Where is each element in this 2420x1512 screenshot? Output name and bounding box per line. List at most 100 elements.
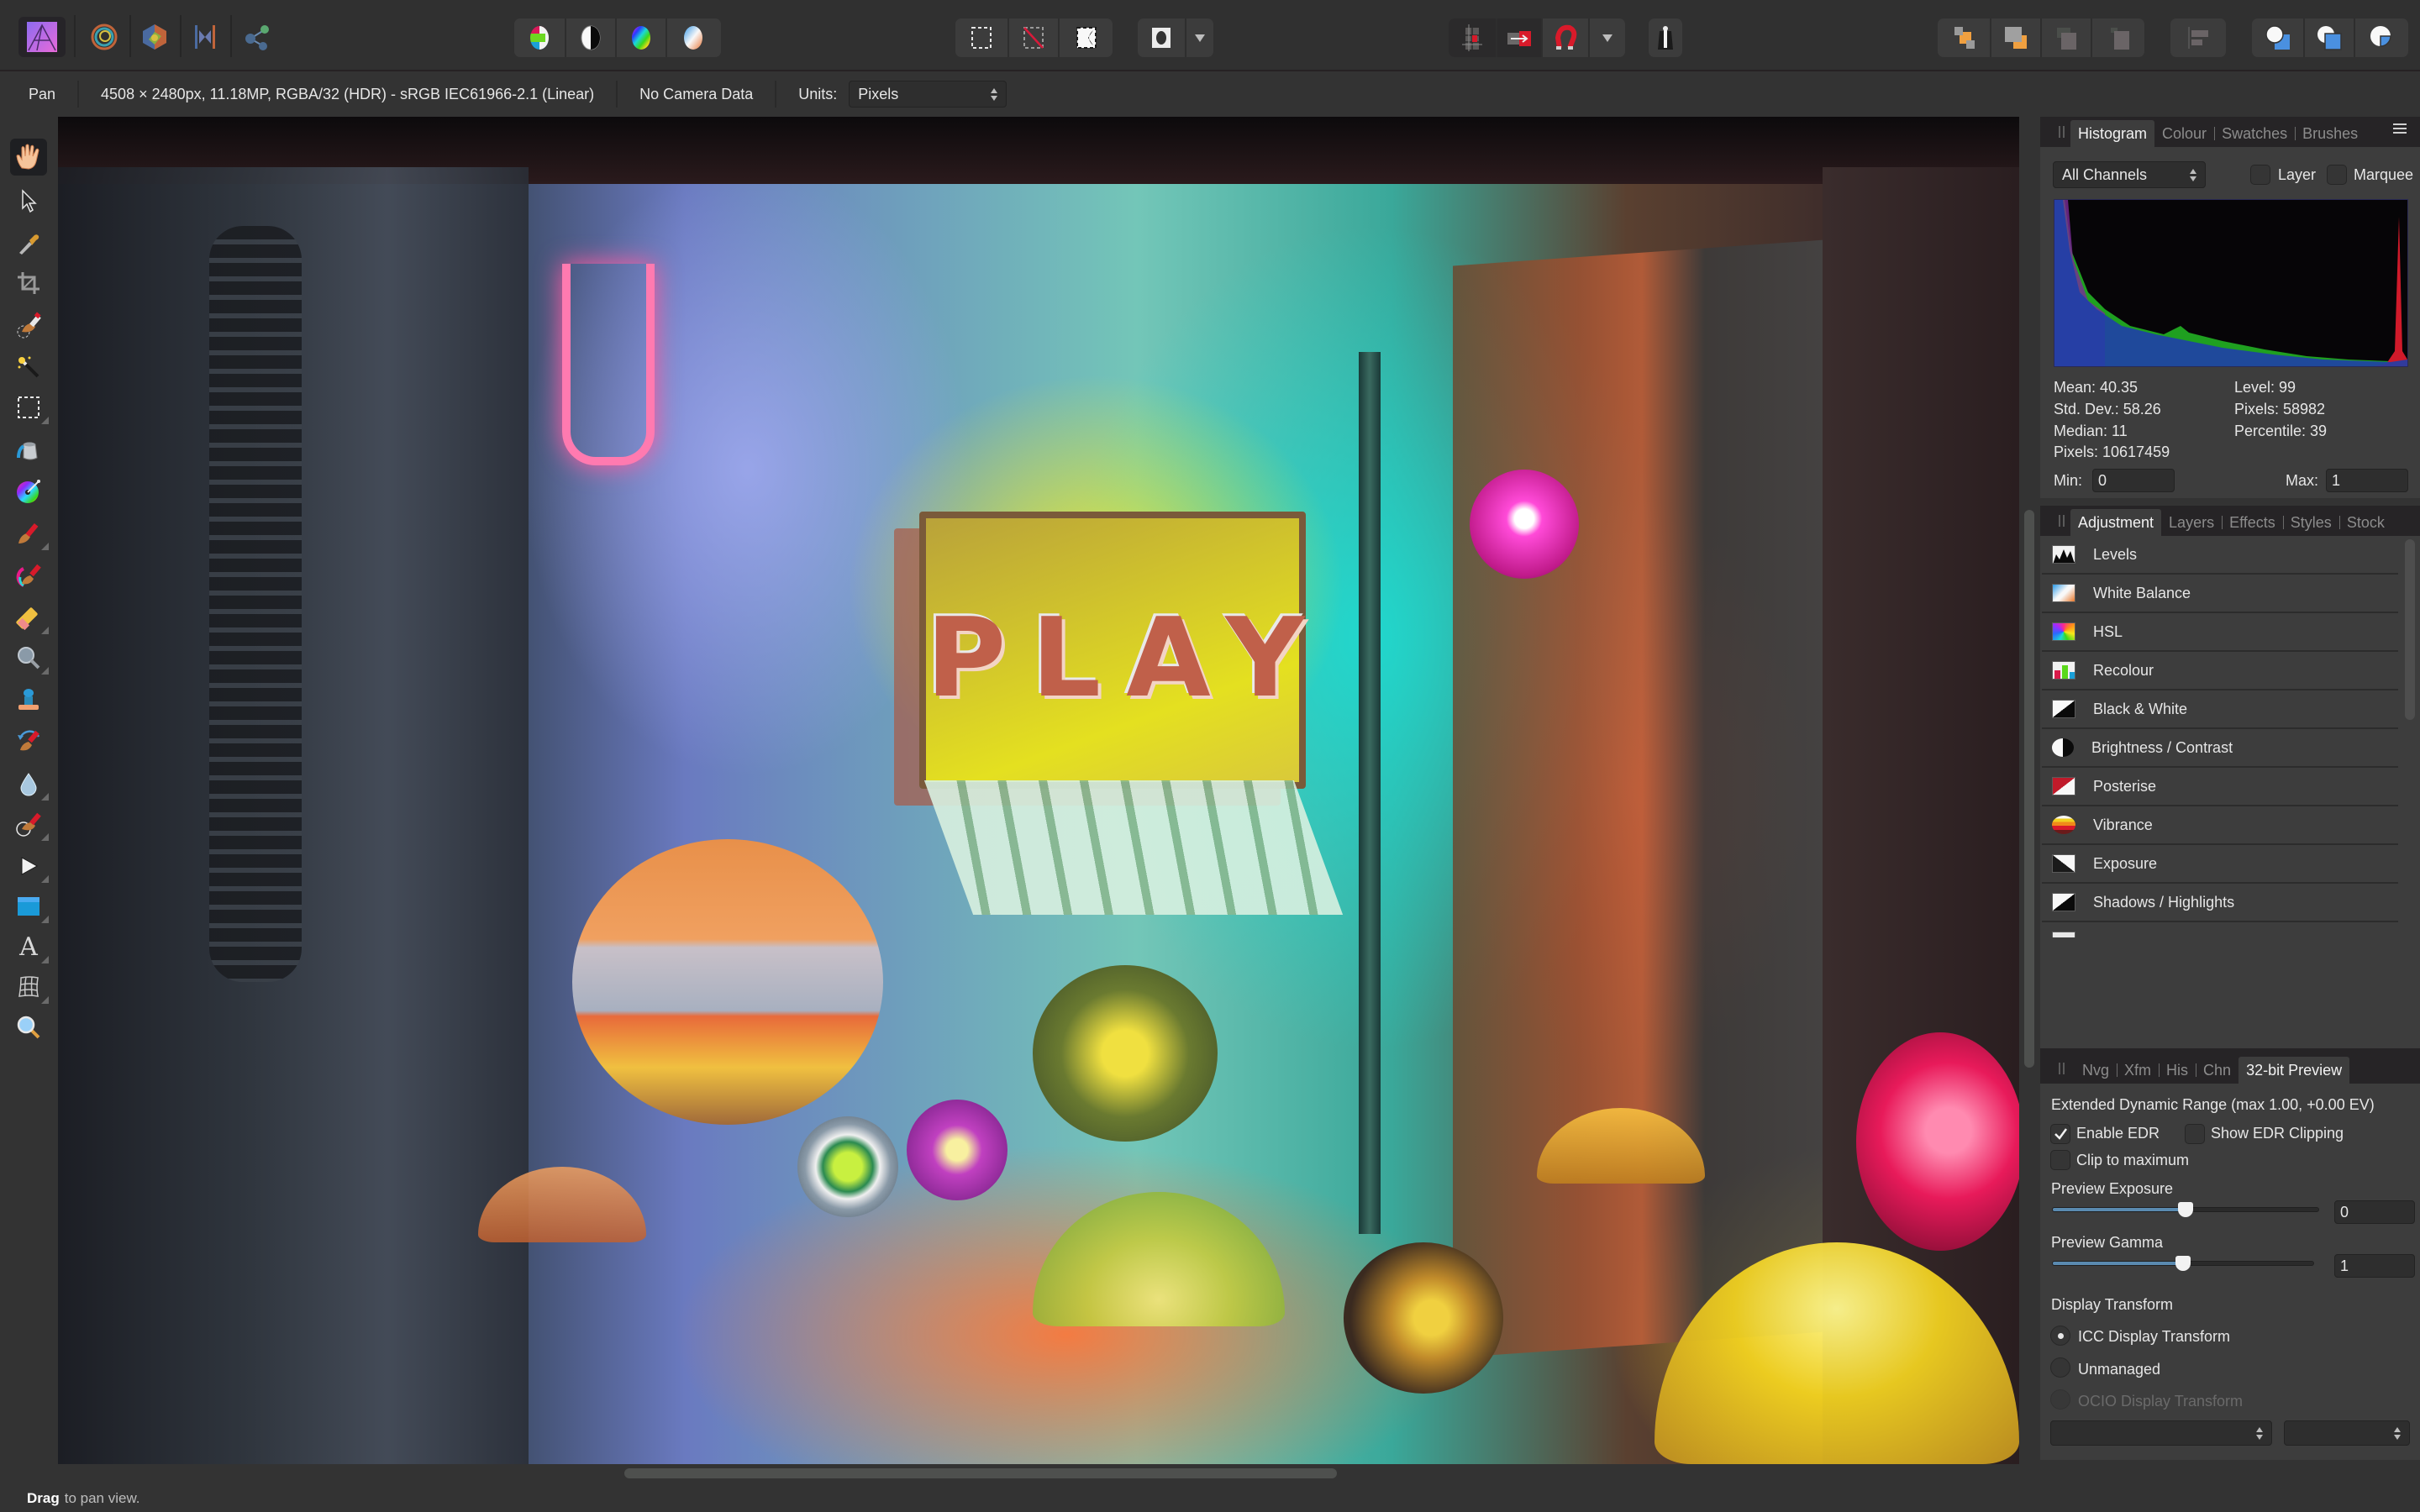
tool-pen[interactable]: [10, 848, 49, 885]
tool-view[interactable]: [10, 139, 47, 176]
adjustment-levels[interactable]: Levels: [2042, 536, 2398, 575]
adjustment-black-white[interactable]: Black & White: [2042, 690, 2398, 729]
panel-grip-icon[interactable]: [2052, 1053, 2070, 1084]
auto-colours-button[interactable]: [617, 18, 667, 57]
panel-grip-icon[interactable]: [2052, 506, 2070, 536]
auto-white-balance-button[interactable]: [667, 18, 719, 57]
slider-thumb[interactable]: [2178, 1202, 2193, 1217]
tab-stock[interactable]: Stock: [2338, 509, 2392, 536]
horizontal-scrollbar-thumb[interactable]: [624, 1468, 1337, 1478]
grid-button[interactable]: [1449, 18, 1497, 57]
horizontal-scrollbar[interactable]: [58, 1466, 2019, 1484]
deselect-button[interactable]: [1009, 18, 1060, 57]
layer-checkbox[interactable]: [2250, 165, 2270, 185]
preview-exposure-slider[interactable]: [2052, 1202, 2319, 1217]
tab-layers[interactable]: Layers: [2161, 509, 2222, 536]
invert-selection-button[interactable]: [1060, 18, 1113, 57]
add-button[interactable]: [2252, 18, 2305, 57]
select-all-button[interactable]: [955, 18, 1009, 57]
tool-flood-select[interactable]: [10, 349, 47, 386]
units-select[interactable]: Pixels: [849, 81, 1007, 108]
adjustment-hsl[interactable]: HSL: [2042, 613, 2398, 652]
tool-crop[interactable]: [10, 265, 47, 302]
move-to-front-button[interactable]: [2042, 18, 2092, 57]
document-canvas[interactable]: PLAY: [58, 117, 2019, 1464]
marquee-checkbox[interactable]: [2327, 165, 2347, 185]
export-persona-button[interactable]: [234, 17, 281, 57]
quick-mask-dropdown[interactable]: [1186, 18, 1213, 57]
vertical-scrollbar-thumb[interactable]: [2024, 510, 2034, 1068]
tool-gradient[interactable]: [10, 473, 47, 510]
tool-blur-brush[interactable]: [10, 765, 49, 802]
tab-histogram[interactable]: Histogram: [2070, 120, 2155, 147]
tool-undo-brush[interactable]: [10, 722, 47, 759]
tool-mesh-warp[interactable]: [10, 969, 49, 1005]
tab-transform[interactable]: Xfm: [2117, 1057, 2159, 1084]
align-button[interactable]: [2170, 18, 2226, 57]
min-input[interactable]: 0: [2092, 469, 2175, 492]
move-forward-one-button[interactable]: [1938, 18, 1991, 57]
tab-colour[interactable]: Colour: [2154, 120, 2214, 147]
unmanaged-radio[interactable]: [2050, 1357, 2070, 1378]
preview-exposure-input[interactable]: 0: [2334, 1200, 2415, 1224]
assistant-button[interactable]: [1649, 18, 1682, 57]
tool-paint-brush[interactable]: [10, 515, 49, 552]
vertical-scrollbar[interactable]: [2021, 117, 2038, 1464]
tool-artistic-text[interactable]: A: [10, 928, 49, 965]
show-edr-clipping-checkbox[interactable]: [2185, 1124, 2205, 1144]
tab-navigator[interactable]: Nvg: [2070, 1057, 2117, 1084]
preview-gamma-slider[interactable]: [2052, 1256, 2314, 1271]
tab-effects[interactable]: Effects: [2222, 509, 2283, 536]
tool-rectangle[interactable]: [10, 888, 49, 925]
tab-adjustment[interactable]: Adjustment: [2070, 509, 2162, 536]
quick-mask-button[interactable]: [1138, 18, 1186, 57]
tone-mapping-persona-button[interactable]: [182, 17, 229, 57]
auto-contrast-button[interactable]: [566, 18, 617, 57]
enable-edr-checkbox[interactable]: [2050, 1124, 2070, 1144]
tool-colour-replacement[interactable]: [10, 557, 47, 594]
subtract-button[interactable]: [2305, 18, 2355, 57]
tool-flood-fill[interactable]: [10, 431, 47, 468]
intersect-button[interactable]: [2355, 18, 2408, 57]
tool-selection-brush[interactable]: [10, 307, 47, 344]
clip-to-maximum-checkbox[interactable]: [2050, 1150, 2070, 1170]
snap-to-button[interactable]: [1497, 18, 1543, 57]
slider-thumb[interactable]: [2175, 1256, 2191, 1271]
channel-select[interactable]: All Channels: [2053, 161, 2206, 188]
tool-erase-brush[interactable]: [10, 599, 49, 636]
liquify-persona-button[interactable]: [81, 17, 128, 57]
snapping-dropdown[interactable]: [1590, 18, 1625, 57]
snapping-magnet-button[interactable]: [1543, 18, 1590, 57]
tool-rectangular-marquee[interactable]: [10, 389, 49, 426]
adjustment-brightness-contrast[interactable]: Brightness / Contrast: [2042, 729, 2398, 768]
max-input[interactable]: 1: [2326, 469, 2408, 492]
adjustment-scrollbar[interactable]: [2405, 539, 2415, 720]
photo-persona-button[interactable]: [18, 17, 66, 57]
adjustment-posterise[interactable]: Posterise: [2042, 768, 2398, 806]
tool-clone-brush[interactable]: [10, 681, 47, 718]
tab-32-bit-preview[interactable]: 32-bit Preview: [2238, 1057, 2350, 1084]
tool-healing-brush[interactable]: [10, 806, 49, 843]
move-back-one-button[interactable]: [1991, 18, 2042, 57]
adjustment-exposure[interactable]: Exposure: [2042, 845, 2398, 884]
tool-move[interactable]: [10, 182, 47, 219]
tab-swatches[interactable]: Swatches: [2214, 120, 2295, 147]
adjustment-white-balance[interactable]: White Balance: [2042, 575, 2398, 613]
preview-gamma-input[interactable]: 1: [2334, 1254, 2415, 1278]
tool-colour-picker[interactable]: [10, 224, 47, 261]
icc-display-transform-radio[interactable]: [2050, 1326, 2070, 1346]
tool-zoom[interactable]: [10, 1009, 47, 1046]
adjustment-recolour[interactable]: Recolour: [2042, 652, 2398, 690]
panel-menu-icon[interactable]: [2393, 123, 2412, 139]
develop-persona-button[interactable]: [131, 17, 178, 57]
auto-levels-button[interactable]: [514, 18, 566, 57]
tab-channels[interactable]: Chn: [2196, 1057, 2238, 1084]
tab-styles[interactable]: Styles: [2282, 509, 2339, 536]
panel-grip-icon[interactable]: [2052, 117, 2070, 147]
adjustment-shadows-highlights[interactable]: Shadows / Highlights: [2042, 884, 2398, 922]
adjustment-vibrance[interactable]: Vibrance: [2042, 806, 2398, 845]
tab-brushes[interactable]: Brushes: [2295, 120, 2365, 147]
tab-history[interactable]: His: [2159, 1057, 2196, 1084]
move-to-back-button[interactable]: [2092, 18, 2144, 57]
tool-dodge-brush[interactable]: [10, 639, 49, 676]
